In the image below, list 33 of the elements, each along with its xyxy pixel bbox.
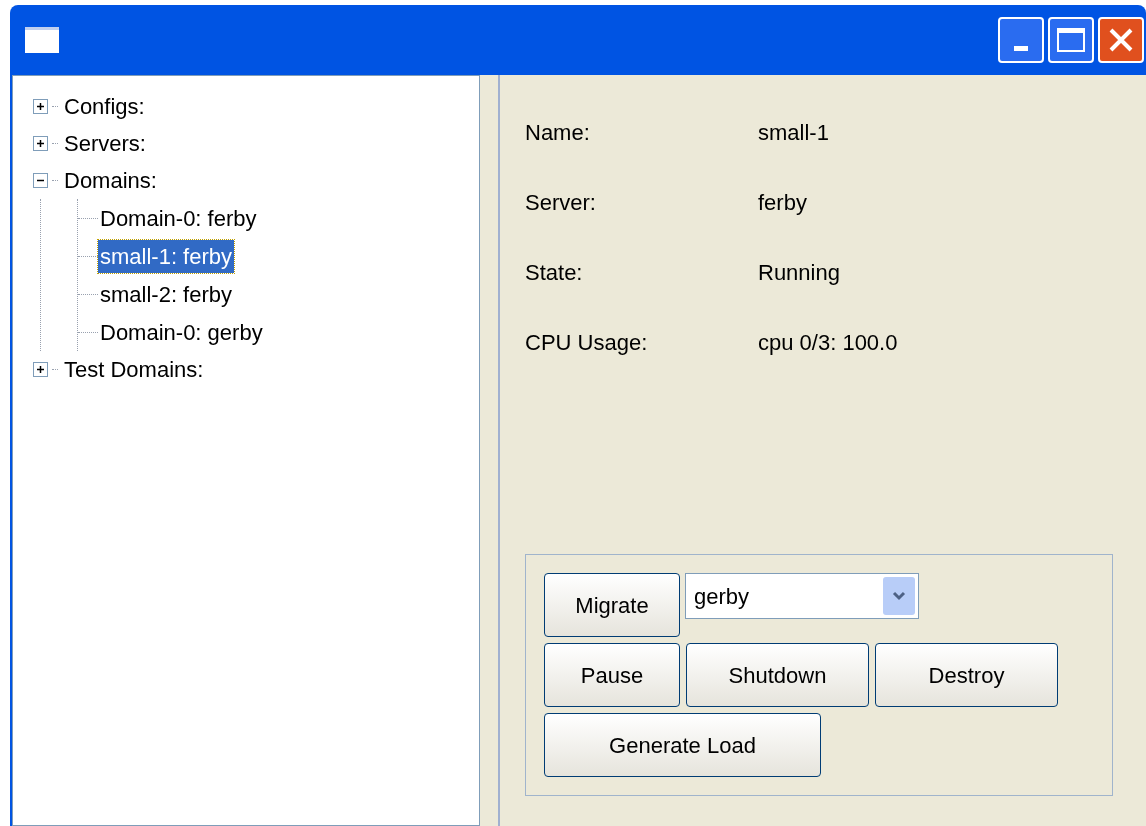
tree-item[interactable]: Servers: <box>62 127 148 160</box>
tree-item[interactable]: Domains: <box>62 164 159 197</box>
action-button[interactable]: Pause <box>544 643 680 707</box>
tree-item[interactable]: Domain-0: gerby <box>98 315 265 349</box>
action-button[interactable]: Shutdown <box>686 643 869 707</box>
target-dropdown[interactable]: gerby <box>685 573 919 619</box>
tree-item[interactable]: small-1: ferby <box>98 239 235 273</box>
field-value: ferby <box>758 188 807 217</box>
close-button[interactable] <box>1098 17 1144 63</box>
field-value: cpu 0/3: 100.0 <box>758 328 898 357</box>
field-value: small-1 <box>758 118 829 147</box>
field-label: State: <box>525 258 584 287</box>
expand-icon[interactable] <box>33 136 48 151</box>
action-button[interactable]: Destroy <box>875 643 1058 707</box>
tree-item[interactable]: Domain-0: ferby <box>98 201 259 235</box>
expand-icon[interactable] <box>33 99 48 114</box>
field-label: Server: <box>525 188 597 217</box>
migrate-button[interactable]: Migrate <box>544 573 680 637</box>
close-icon <box>1108 27 1134 53</box>
field-label: Name: <box>525 118 591 147</box>
field-value: Running <box>758 258 840 287</box>
window-icon <box>25 27 59 53</box>
collapse-icon[interactable] <box>33 173 48 188</box>
minimize-icon <box>1014 46 1028 51</box>
tree-item[interactable]: Test Domains: <box>62 353 206 386</box>
minimize-button[interactable] <box>998 17 1044 63</box>
expand-icon[interactable] <box>33 362 48 377</box>
maximize-button[interactable] <box>1048 17 1094 63</box>
maximize-icon <box>1057 28 1085 52</box>
tree-item[interactable]: Configs: <box>62 90 147 123</box>
generate-load-button[interactable]: Generate Load <box>544 713 821 777</box>
field-label: CPU Usage: <box>525 328 649 357</box>
tree-item[interactable]: small-2: ferby <box>98 277 235 311</box>
